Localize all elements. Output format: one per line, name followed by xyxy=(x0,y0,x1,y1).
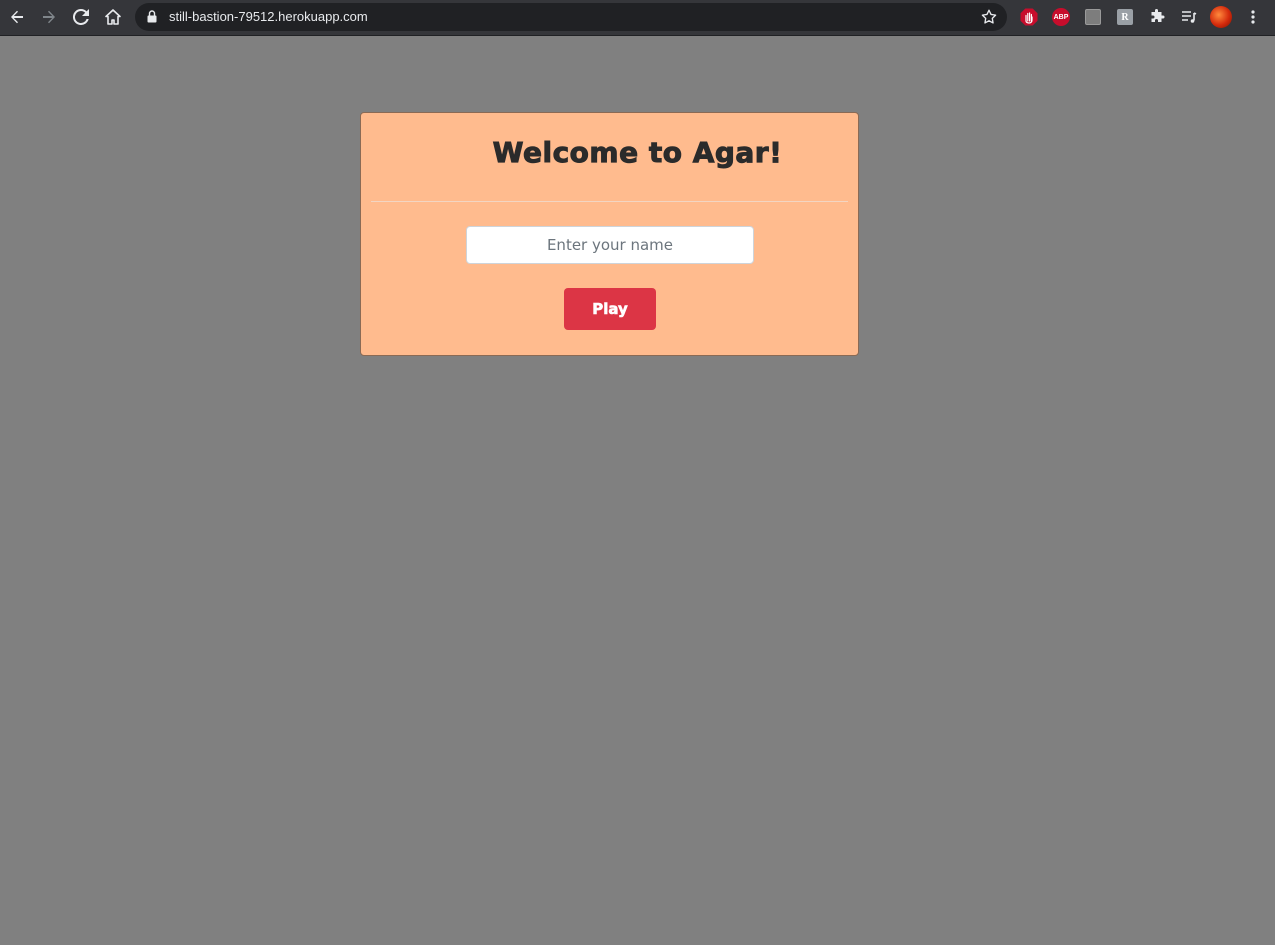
name-input[interactable] xyxy=(466,226,754,264)
profile-avatar xyxy=(1210,6,1232,28)
star-icon[interactable] xyxy=(980,8,998,26)
browser-menu-button[interactable] xyxy=(1242,6,1264,28)
r-extension[interactable]: R xyxy=(1114,6,1136,28)
gray-extension-icon xyxy=(1085,9,1101,25)
gray-extension[interactable] xyxy=(1082,6,1104,28)
reload-icon xyxy=(73,9,89,25)
kebab-menu-icon xyxy=(1251,10,1255,24)
back-arrow-icon xyxy=(11,10,23,24)
adblock-icon: ABP xyxy=(1052,8,1070,26)
stop-hand-icon xyxy=(1020,8,1038,26)
address-bar[interactable]: still-bastion-79512.herokuapp.com xyxy=(135,3,1007,31)
page-title: Welcome to Agar! xyxy=(492,136,783,170)
media-queue-button[interactable] xyxy=(1178,6,1200,28)
forward-arrow-icon xyxy=(43,10,55,24)
lock-icon xyxy=(147,10,157,23)
home-button[interactable] xyxy=(101,5,125,29)
url-text[interactable]: still-bastion-79512.herokuapp.com xyxy=(169,9,368,24)
media-queue-icon xyxy=(1182,11,1197,23)
back-button[interactable] xyxy=(5,5,29,29)
reload-button[interactable] xyxy=(69,5,93,29)
play-button[interactable]: Play xyxy=(564,288,656,330)
profile-button[interactable] xyxy=(1210,6,1232,28)
stop-hand-extension[interactable] xyxy=(1018,6,1040,28)
puzzle-icon xyxy=(1151,9,1165,22)
adblock-extension[interactable]: ABP xyxy=(1050,6,1072,28)
forward-button[interactable] xyxy=(37,5,61,29)
browser-toolbar: still-bastion-79512.herokuapp.com ABP R xyxy=(0,0,1275,36)
extensions-button[interactable] xyxy=(1146,6,1168,28)
divider xyxy=(371,201,848,202)
r-extension-icon: R xyxy=(1117,9,1133,25)
home-icon xyxy=(105,9,121,25)
